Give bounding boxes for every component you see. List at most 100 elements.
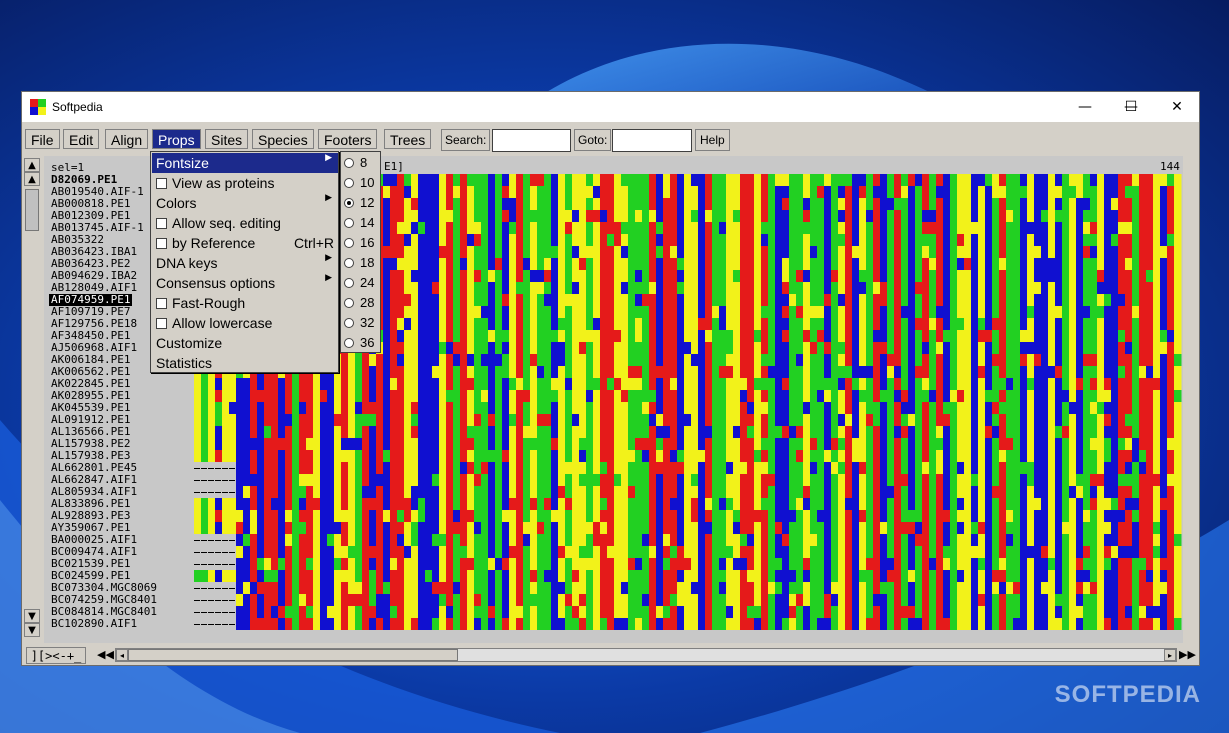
nucleotide-cell	[551, 294, 559, 306]
nucleotide-cell	[614, 234, 622, 246]
nucleotide-cell	[474, 498, 482, 510]
nucleotide-cell	[768, 234, 776, 246]
nucleotide-cell	[201, 378, 209, 390]
nucleotide-cell	[1041, 186, 1049, 198]
menu-file[interactable]: File	[25, 129, 60, 149]
nucleotide-cell	[775, 366, 783, 378]
nucleotide-cell	[999, 222, 1007, 234]
nucleotide-cell	[446, 486, 454, 498]
nucleotide-cell	[418, 498, 426, 510]
nucleotide-cell	[747, 270, 755, 282]
nucleotide-cell	[754, 486, 762, 498]
nucleotide-cell	[943, 534, 951, 546]
nucleotide-cell	[761, 558, 769, 570]
menu-species[interactable]: Species	[252, 129, 314, 149]
nucleotide-cell	[1069, 390, 1077, 402]
menu-trees[interactable]: Trees	[384, 129, 432, 149]
nucleotide-cell	[523, 450, 531, 462]
nucleotide-cell	[649, 234, 657, 246]
nucleotide-cell	[894, 210, 902, 222]
nucleotide-cell	[719, 414, 727, 426]
nucleotide-cell	[1160, 210, 1168, 222]
help-button[interactable]: Help	[695, 129, 730, 151]
nucleotide-cell	[649, 294, 657, 306]
nucleotide-cell	[1048, 318, 1056, 330]
vertical-scroll-thumb[interactable]	[25, 189, 39, 231]
nucleotide-cell	[488, 174, 496, 186]
nucleotide-cell	[1111, 534, 1119, 546]
nucleotide-cell	[1097, 306, 1105, 318]
nucleotide-cell	[1097, 474, 1105, 486]
nucleotide-cell	[880, 486, 888, 498]
nucleotide-cell	[467, 534, 475, 546]
nucleotide-cell	[985, 306, 993, 318]
nucleotide-cell	[929, 558, 937, 570]
nucleotide-cell	[1006, 498, 1014, 510]
nucleotide-cell	[495, 174, 503, 186]
menu-edit[interactable]: Edit	[63, 129, 100, 149]
nucleotide-cell	[1139, 414, 1147, 426]
nucleotide-cell	[243, 438, 251, 450]
goto-input[interactable]	[612, 129, 692, 152]
nucleotide-cell	[852, 522, 860, 534]
nucleotide-cell	[390, 546, 398, 558]
nucleotide-cell	[593, 234, 601, 246]
nucleotide-cell	[1097, 510, 1105, 522]
nucleotide-cell	[705, 522, 713, 534]
nucleotide-cell	[565, 534, 573, 546]
nucleotide-cell	[418, 354, 426, 366]
nucleotide-cell	[614, 342, 622, 354]
sequence-name[interactable]: BC102890.AIF1	[51, 618, 137, 630]
nucleotide-cell	[964, 342, 972, 354]
nucleotide-cell	[383, 498, 391, 510]
menu-props[interactable]: Props	[152, 129, 201, 149]
gap-mark	[201, 492, 207, 493]
close-window-button[interactable]: ✕	[1154, 92, 1200, 122]
scroll-down-icon[interactable]: ▼	[24, 609, 40, 623]
maximize-window-button[interactable]: ☐	[1108, 92, 1154, 122]
nucleotide-cell	[390, 258, 398, 270]
nucleotide-cell	[1111, 570, 1119, 582]
nucleotide-cell	[950, 306, 958, 318]
nucleotide-cell	[425, 306, 433, 318]
title-bar[interactable]: Softpedia —	[22, 92, 1199, 122]
nucleotide-cell	[761, 438, 769, 450]
nucleotide-cell	[593, 546, 601, 558]
nucleotide-cell	[845, 522, 853, 534]
nucleotide-cell	[1167, 354, 1175, 366]
nucleotide-cell	[285, 462, 293, 474]
nucleotide-cell	[719, 234, 727, 246]
search-input[interactable]	[492, 129, 571, 152]
menu-align[interactable]: Align	[105, 129, 149, 149]
nucleotide-cell	[516, 462, 524, 474]
nucleotide-cell	[243, 402, 251, 414]
scroll-up-icon[interactable]: ▲	[24, 172, 40, 186]
nucleotide-cell	[1083, 222, 1091, 234]
nucleotide-cell	[572, 414, 580, 426]
nucleotide-cell	[985, 474, 993, 486]
nucleotide-cell	[1041, 414, 1049, 426]
nucleotide-cell	[1118, 414, 1126, 426]
scroll-bottom-icon[interactable]: ▼	[24, 623, 40, 637]
nucleotide-cell	[908, 306, 916, 318]
gap-mark	[215, 588, 221, 589]
vertical-scrollbar[interactable]: ▲ ▲ ▼ ▼	[24, 158, 40, 637]
nucleotide-cell	[1083, 366, 1091, 378]
nucleotide-cell	[607, 486, 615, 498]
nucleotide-cell	[593, 498, 601, 510]
menu-footers[interactable]: Footers	[318, 129, 378, 149]
menu-sites[interactable]: Sites	[205, 129, 249, 149]
nucleotide-cell	[901, 462, 909, 474]
nucleotide-cell	[656, 270, 664, 282]
scroll-top-icon[interactable]: ▲	[24, 158, 40, 172]
nucleotide-cell	[915, 342, 923, 354]
nucleotide-cell	[943, 438, 951, 450]
minimize-window-button[interactable]: —	[1062, 92, 1108, 122]
nucleotide-cell	[775, 510, 783, 522]
nucleotide-cell	[474, 198, 482, 210]
nucleotide-cell	[1174, 174, 1182, 186]
nucleotide-cell	[397, 366, 405, 378]
nucleotide-cell	[593, 282, 601, 294]
nucleotide-cell	[803, 318, 811, 330]
nucleotide-cell	[929, 270, 937, 282]
